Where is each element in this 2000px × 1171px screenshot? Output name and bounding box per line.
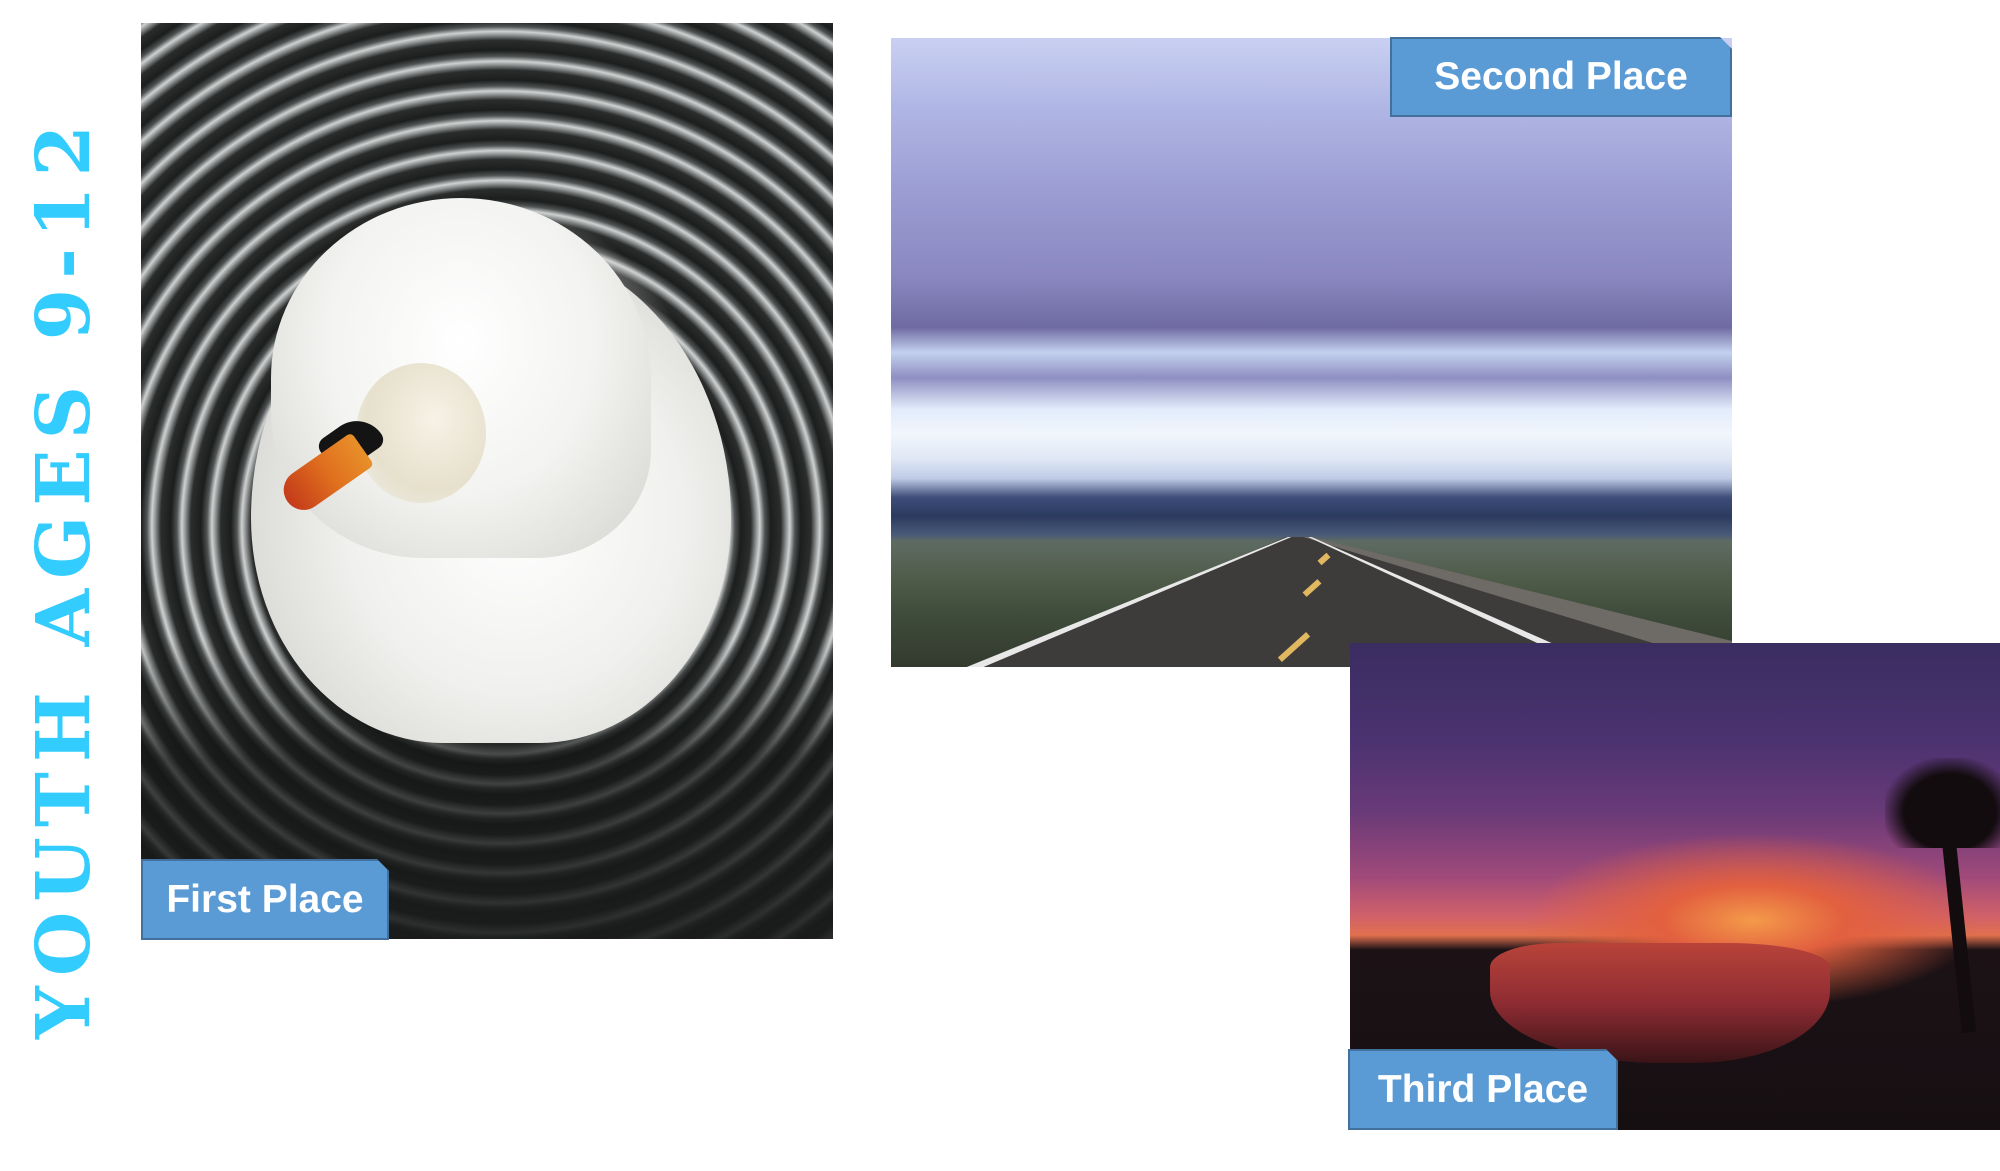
first-place-photo [141, 23, 833, 939]
category-title: YOUTH AGES 9-12 [21, 115, 107, 1039]
first-place-label: First Place [141, 859, 389, 940]
lake-reflection [1490, 943, 1830, 1063]
third-place-label: Third Place [1348, 1049, 1618, 1130]
category-title-container: YOUTH AGES 9-12 [21, 42, 107, 1112]
palm-crown [1885, 758, 2000, 848]
second-place-photo [891, 38, 1732, 667]
second-place-label: Second Place [1390, 37, 1732, 117]
